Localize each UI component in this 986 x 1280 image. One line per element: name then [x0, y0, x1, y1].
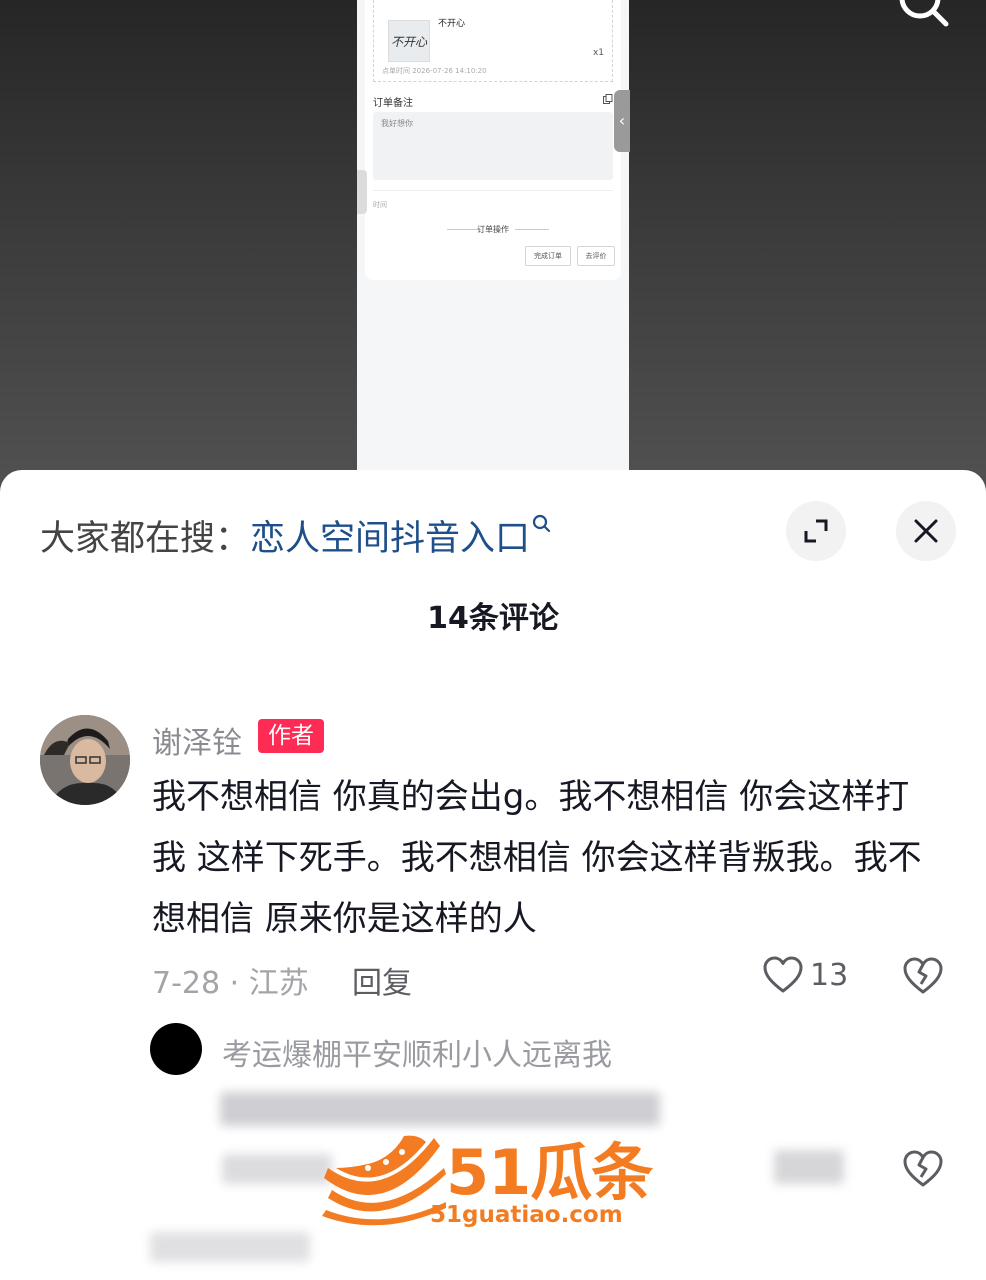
watermark-name: 51瓜条	[446, 1136, 653, 1209]
remark-box: 我好想你	[373, 112, 613, 180]
like-count: 13	[810, 958, 849, 993]
blurred-reply-meta	[222, 1154, 332, 1184]
blurred-more-replies	[150, 1232, 310, 1262]
order-card: 不开心 不开心 x1 点单时间 2026-07-26 14:10:20 订单备注…	[365, 0, 621, 280]
comment-text: 我不想相信 你真的会出g。我不想相信 你会这样打我 这样下死手。我不想相信 你会…	[152, 777, 922, 939]
order-item: 不开心 不开心 x1 点单时间 2026-07-26 14:10:20	[373, 0, 613, 82]
remark-label: 订单备注	[373, 98, 413, 109]
avatar[interactable]	[40, 715, 130, 805]
blurred-like	[774, 1150, 844, 1184]
comment-username[interactable]: 谢泽铨	[152, 718, 242, 762]
reply-avatar[interactable]	[150, 1023, 202, 1075]
divider	[373, 190, 613, 191]
order-time: 点单时间 2026-07-26 14:10:20	[382, 67, 487, 75]
complete-order-button: 完成订单	[525, 246, 571, 266]
reply-username[interactable]: 考运爆棚平安顺利小人远离我	[222, 1030, 612, 1074]
comment-count: 14条评论	[427, 601, 559, 636]
review-button: 去评价	[577, 246, 615, 266]
side-handle	[357, 170, 367, 214]
comment-meta: 7-28 · 江苏	[152, 966, 309, 1001]
copy-icon	[603, 94, 613, 104]
search-suggestion-link[interactable]: 恋人空间抖音入口	[250, 519, 530, 559]
search-icon	[532, 514, 551, 533]
broken-heart-icon[interactable]	[902, 1148, 944, 1190]
avatar-image	[40, 715, 130, 805]
video-screenshot: 不开心 不开心 x1 点单时间 2026-07-26 14:10:20 订单备注…	[357, 0, 629, 480]
remark-text: 我好想你	[381, 119, 413, 128]
misc-text: 时间	[373, 201, 387, 209]
ops-title: 订单操作	[477, 225, 509, 234]
watermark-url: 51guatiao.com	[430, 1202, 623, 1228]
heart-icon[interactable]	[762, 955, 804, 995]
search-suggestion[interactable]: 大家都在搜：恋人空间抖音入口	[40, 510, 552, 561]
reply-button[interactable]: 回复	[352, 958, 412, 1002]
close-icon	[914, 519, 938, 543]
item-thumbnail: 不开心	[388, 20, 430, 62]
author-badge: 作者	[258, 719, 324, 753]
expand-icon	[804, 519, 828, 543]
expand-button[interactable]	[786, 501, 846, 561]
search-icon[interactable]	[896, 0, 956, 38]
collapse-handle: ‹	[614, 90, 630, 152]
close-button[interactable]	[896, 501, 956, 561]
blurred-reply-text	[220, 1092, 660, 1126]
item-title: 不开心	[438, 19, 466, 29]
broken-heart-icon[interactable]	[902, 955, 944, 997]
watermelon-logo-icon	[322, 1135, 446, 1226]
search-suggestion-prefix: 大家都在搜：	[40, 519, 251, 559]
item-quantity: x1	[592, 48, 604, 58]
comment-sheet: 大家都在搜：恋人空间抖音入口 14条评论 谢泽铨 作者 我不想相信 你真的会出g…	[0, 470, 986, 1280]
watermark: 51瓜条 51guatiao.com	[322, 1128, 666, 1238]
